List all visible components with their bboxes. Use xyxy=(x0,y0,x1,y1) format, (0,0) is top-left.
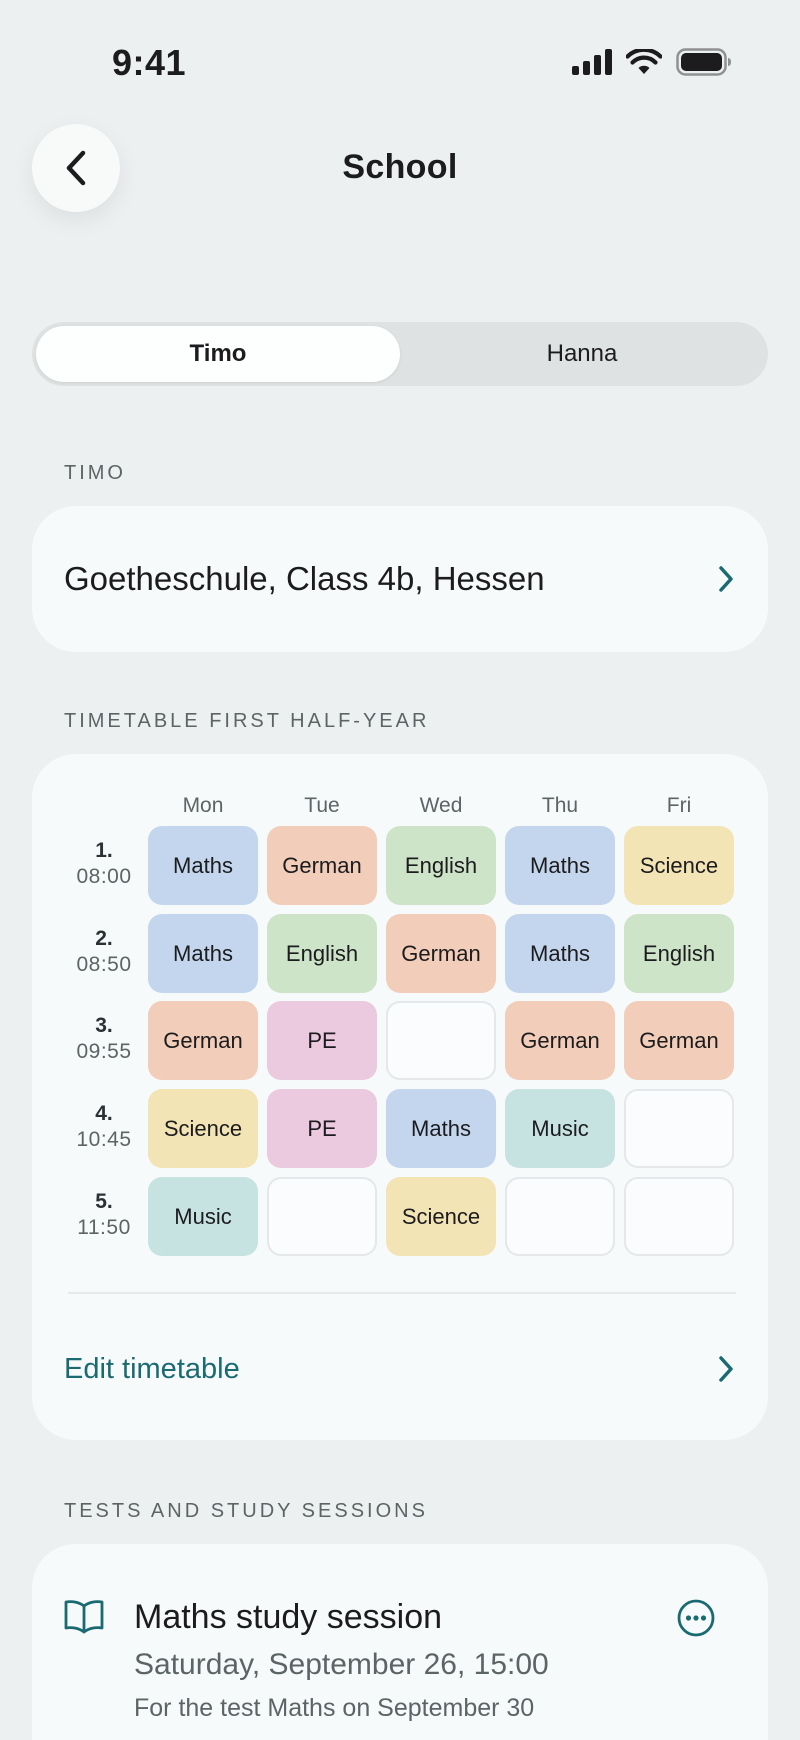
timetable-cell[interactable]: English xyxy=(386,826,496,905)
child-selector: Timo Hanna xyxy=(32,322,768,386)
school-card: Goetheschule, Class 4b, Hessen xyxy=(32,506,768,652)
period-time: 08:50 xyxy=(76,953,132,976)
timetable-cell[interactable]: PE xyxy=(267,1001,377,1080)
timetable-cell-empty[interactable] xyxy=(624,1177,734,1256)
wifi-icon xyxy=(626,49,662,74)
period-label: 2. 08:50 xyxy=(60,926,148,978)
period-number: 5. xyxy=(95,1190,113,1213)
test-date: Saturday, September 26, 15:00 xyxy=(134,1648,549,1681)
period-time: 09:55 xyxy=(76,1040,132,1063)
day-header-fri: Fri xyxy=(666,794,692,817)
chevron-right-icon xyxy=(719,1356,733,1382)
period-number: 1. xyxy=(95,839,113,862)
test-note: For the test Maths on September 30 xyxy=(134,1694,535,1722)
period-number: 4. xyxy=(95,1102,113,1125)
period-time: 11:50 xyxy=(77,1216,131,1239)
more-options-icon[interactable] xyxy=(676,1598,716,1638)
edit-timetable-link[interactable]: Edit timetable xyxy=(64,1353,240,1386)
timetable-cell[interactable]: Science xyxy=(624,826,734,905)
period-label: 1. 08:00 xyxy=(60,838,148,890)
section-label-child: TIMO xyxy=(64,462,126,484)
day-header-tue: Tue xyxy=(304,794,340,817)
timetable-cell[interactable]: Maths xyxy=(386,1089,496,1168)
period-label: 3. 09:55 xyxy=(60,1013,148,1065)
tab-hanna[interactable]: Hanna xyxy=(400,326,764,382)
period-number: 3. xyxy=(95,1014,113,1037)
period-time: 08:00 xyxy=(76,865,132,888)
status-time: 9:41 xyxy=(112,42,187,83)
timetable-cell[interactable]: German xyxy=(148,1001,258,1080)
period-label: 4. 10:45 xyxy=(60,1101,148,1153)
timetable-cell-empty[interactable] xyxy=(624,1089,734,1168)
book-icon xyxy=(64,1600,104,1634)
timetable-cell[interactable]: Maths xyxy=(505,914,615,993)
tab-timo[interactable]: Timo xyxy=(36,326,400,382)
section-label-timetable: TIMETABLE FIRST HALF-YEAR xyxy=(64,710,430,732)
period-label: 5. 11:50 xyxy=(60,1189,148,1241)
chevron-right-icon xyxy=(719,566,733,592)
timetable-cell-empty[interactable] xyxy=(505,1177,615,1256)
day-header-mon: Mon xyxy=(182,794,224,817)
timetable-cell[interactable]: Music xyxy=(148,1177,258,1256)
timetable-cell[interactable]: Science xyxy=(148,1089,258,1168)
cellular-signal-icon xyxy=(572,49,612,75)
timetable-cell[interactable]: Maths xyxy=(148,826,258,905)
timetable-cell[interactable]: German xyxy=(267,826,377,905)
day-header-wed: Wed xyxy=(419,794,463,817)
timetable-cell-empty[interactable] xyxy=(386,1001,496,1080)
timetable-cell[interactable]: English xyxy=(624,914,734,993)
timetable-cell[interactable]: Science xyxy=(386,1177,496,1256)
timetable-cell-empty[interactable] xyxy=(267,1177,377,1256)
school-name: Goetheschule, Class 4b, Hessen xyxy=(64,560,545,597)
timetable-card: Mon Tue Wed Thu Fri 1. 08:00 Maths German English… xyxy=(32,754,768,1440)
divider xyxy=(68,1292,736,1294)
page-title: School xyxy=(342,148,458,186)
timetable-cell[interactable]: Maths xyxy=(505,826,615,905)
timetable-cell[interactable]: German xyxy=(386,914,496,993)
test-title: Maths study session xyxy=(134,1598,443,1636)
status-bar: 9:41 xyxy=(0,0,800,130)
edit-timetable-row[interactable]: Edit timetable xyxy=(64,1324,736,1414)
status-icons xyxy=(572,48,732,76)
school-row[interactable]: Goetheschule, Class 4b, Hessen xyxy=(64,506,736,652)
timetable-cell[interactable]: English xyxy=(267,914,377,993)
battery-icon xyxy=(676,48,731,76)
tests-card: Maths study session Saturday, September … xyxy=(32,1544,768,1740)
timetable-cell[interactable]: Music xyxy=(505,1089,615,1168)
period-time: 10:45 xyxy=(76,1128,132,1151)
period-number: 2. xyxy=(95,927,113,950)
timetable-cell[interactable]: PE xyxy=(267,1089,377,1168)
timetable-cell[interactable]: German xyxy=(624,1001,734,1080)
day-header-thu: Thu xyxy=(541,794,579,817)
timetable-cell[interactable]: German xyxy=(505,1001,615,1080)
section-label-tests: TESTS AND STUDY SESSIONS xyxy=(64,1500,428,1522)
timetable-cell[interactable]: Maths xyxy=(148,914,258,993)
